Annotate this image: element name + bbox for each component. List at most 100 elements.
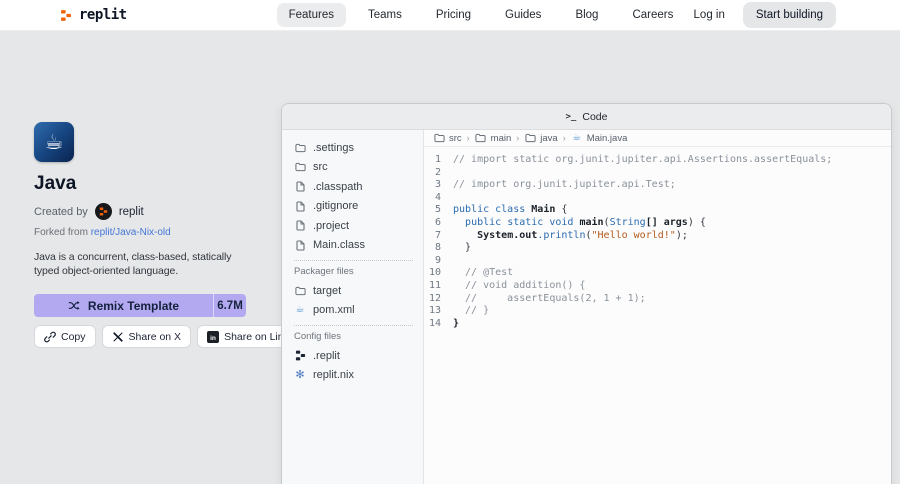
file-row-replit-nix[interactable]: ✻ replit.nix xyxy=(294,366,413,386)
code-line-2: 2 xyxy=(424,167,891,180)
file-icon xyxy=(294,240,306,251)
breadcrumb-item-src[interactable]: src xyxy=(433,133,462,144)
nav-link-guides[interactable]: Guides xyxy=(493,3,553,27)
remix-template-button[interactable]: Remix Template 6.7M xyxy=(34,294,246,317)
code-text: } xyxy=(453,317,460,329)
code-line-13: 13 // } xyxy=(424,305,891,318)
file-row-main-class[interactable]: Main.class xyxy=(294,236,413,256)
share-on-x-button[interactable]: Share on X xyxy=(101,325,192,348)
replit-brand[interactable]: replit xyxy=(60,7,127,23)
file-row-src[interactable]: src xyxy=(294,158,413,178)
file-label: .settings xyxy=(313,141,354,154)
code-editor[interactable]: 1 // import static org.junit.jupiter.api.… xyxy=(424,147,891,330)
code-window: >_ Code .settings src .classpath .gitignore… xyxy=(281,103,892,484)
copy-label: Copy xyxy=(61,330,86,343)
code-text: // void addition() { xyxy=(453,279,586,291)
code-line-8: 8 } xyxy=(424,242,891,255)
folder-icon xyxy=(475,133,487,143)
file-row-replit[interactable]: .replit xyxy=(294,346,413,366)
file-row-project[interactable]: .project xyxy=(294,216,413,236)
java-icon: ☕ xyxy=(295,304,305,316)
nav-link-features[interactable]: Features xyxy=(276,3,346,27)
file-row-settings[interactable]: .settings xyxy=(294,138,413,158)
code-line-3: 3 // import org.junit.jupiter.api.Test; xyxy=(424,179,891,192)
file-label: replit.nix xyxy=(313,369,354,382)
breadcrumb-separator: › xyxy=(516,133,520,143)
breadcrumb: src › main › java › ☕ Main.java xyxy=(424,130,891,147)
nix-icon: ✻ xyxy=(295,368,305,381)
java-template-icon: ☕ xyxy=(34,122,74,162)
author-name[interactable]: replit xyxy=(119,206,144,218)
template-description: Java is a concurrent, class-based, stati… xyxy=(34,251,232,277)
code-text: // import static org.junit.jupiter.api.A… xyxy=(453,154,833,165)
java-cup-icon: ☕ xyxy=(44,129,64,154)
breadcrumb-item-main[interactable]: main xyxy=(475,133,511,144)
file-label: Main.class xyxy=(313,239,365,252)
share-row: Copy Share on X in Share on LinkedIn xyxy=(34,325,320,348)
breadcrumb-item-java[interactable]: java xyxy=(524,132,558,144)
created-by-row: Created by replit xyxy=(34,203,246,220)
section-label-packager-files: Packager files xyxy=(294,266,354,277)
nav-link-pricing[interactable]: Pricing xyxy=(424,3,483,27)
file-label: target xyxy=(313,284,342,297)
line-number: 3 xyxy=(434,179,441,191)
breadcrumb-label: src xyxy=(449,132,462,144)
file-icon xyxy=(294,220,306,231)
folder-icon xyxy=(294,143,306,153)
forked-from-link[interactable]: replit/Java-Nix-old xyxy=(91,227,171,238)
breadcrumb-item-main-java[interactable]: ☕ Main.java xyxy=(571,132,627,144)
nav-link-blog[interactable]: Blog xyxy=(563,3,610,27)
code-text: public static void main(String[] args) { xyxy=(465,216,706,228)
remix-label: Remix Template xyxy=(87,298,180,313)
tree-divider xyxy=(294,325,413,326)
line-number: 11 xyxy=(428,279,441,291)
folder-icon xyxy=(294,162,306,172)
file-label: .classpath xyxy=(313,180,363,193)
code-line-11: 11 // void addition() { xyxy=(424,280,891,293)
code-line-9: 9 xyxy=(424,255,891,268)
code-text: } xyxy=(453,242,472,254)
file-row-gitignore[interactable]: .gitignore xyxy=(294,197,413,217)
linkedin-icon: in xyxy=(207,330,220,343)
code-line-14: 14} xyxy=(424,318,891,331)
line-number: 6 xyxy=(434,216,441,228)
line-number: 8 xyxy=(434,242,441,254)
line-number: 9 xyxy=(434,254,441,266)
template-panel: ☕ Java Created by replit Forked from rep… xyxy=(34,122,320,348)
svg-text:in: in xyxy=(210,334,216,341)
link-icon xyxy=(44,331,56,343)
tree-divider xyxy=(294,260,413,261)
login-link[interactable]: Log in xyxy=(694,9,725,21)
folder-icon xyxy=(433,133,445,143)
line-number: 14 xyxy=(428,317,441,329)
file-row-classpath[interactable]: .classpath xyxy=(294,177,413,197)
brand-wordmark: replit xyxy=(79,7,127,23)
forked-from-label: Forked from xyxy=(34,227,88,238)
avatar[interactable] xyxy=(94,203,112,220)
nav-link-teams[interactable]: Teams xyxy=(356,3,414,27)
nav-link-careers[interactable]: Careers xyxy=(620,3,685,27)
line-number: 12 xyxy=(428,292,441,304)
created-by-label: Created by xyxy=(34,205,88,218)
line-number: 13 xyxy=(428,305,441,317)
folder-icon xyxy=(524,133,536,143)
line-number: 7 xyxy=(434,229,441,241)
file-row-pom-xml[interactable]: ☕ pom.xml xyxy=(294,301,413,321)
file-icon xyxy=(294,181,306,192)
code-line-1: 1 // import static org.junit.jupiter.api.… xyxy=(424,154,891,167)
java-icon: ☕ xyxy=(572,132,582,143)
top-navbar: replit Features Teams Pricing Guides Blog Car… xyxy=(0,0,900,31)
code-text: // assertEquals(2, 1 + 1); xyxy=(453,292,646,304)
code-text: // import org.junit.jupiter.api.Test; xyxy=(453,179,676,191)
copy-button[interactable]: Copy xyxy=(34,325,96,348)
file-row-target[interactable]: target xyxy=(294,281,413,301)
file-label: .project xyxy=(313,219,350,232)
breadcrumb-label: java xyxy=(540,132,558,144)
start-building-button[interactable]: Start building xyxy=(742,2,836,28)
shuffle-icon xyxy=(68,300,80,311)
line-number: 5 xyxy=(434,204,441,216)
code-tab[interactable]: >_ Code xyxy=(282,104,891,130)
